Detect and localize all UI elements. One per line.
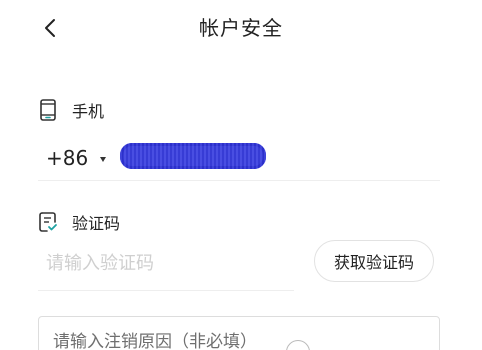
divider — [38, 290, 294, 291]
account-security-screen: 帐户安全 手机 +86 验证码 获取验证码 请输入注销原因（非必填） — [0, 0, 482, 350]
verification-code-label: 验证码 — [72, 214, 121, 233]
page-title: 帐户安全 — [199, 16, 283, 40]
country-code[interactable]: +86 — [46, 146, 88, 170]
cancel-reason-textarea[interactable]: 请输入注销原因（非必填） — [38, 316, 440, 350]
verification-doc-icon — [39, 212, 57, 232]
phone-number-row[interactable]: +86 — [46, 138, 440, 178]
cancel-reason-placeholder: 请输入注销原因（非必填） — [53, 332, 257, 350]
phone-label-row: 手机 — [38, 98, 104, 122]
code-label-row: 验证码 — [38, 210, 120, 234]
verification-code-input[interactable] — [46, 248, 286, 278]
mobile-phone-icon — [40, 99, 56, 121]
divider — [38, 180, 440, 181]
get-code-button[interactable]: 获取验证码 — [314, 240, 434, 282]
phone-label: 手机 — [72, 102, 105, 121]
caret-down-icon[interactable] — [100, 157, 107, 162]
redacted-phone-number — [120, 143, 267, 169]
